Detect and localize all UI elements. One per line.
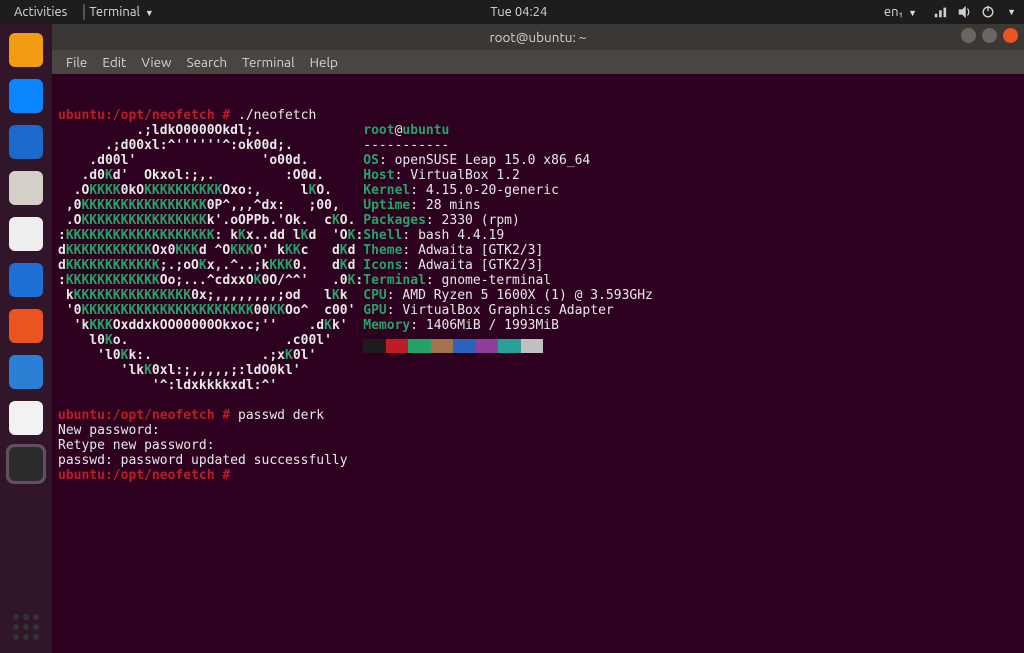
window-titlebar[interactable]: root@ubuntu: ~ [52, 24, 1024, 50]
menu-help[interactable]: Help [304, 53, 344, 71]
chevron-down-icon: ▼ [145, 8, 154, 18]
clock[interactable]: Tue 04:24 [484, 4, 553, 20]
software-icon [9, 309, 43, 343]
launcher-item[interactable] [6, 306, 46, 346]
trash-icon [9, 33, 43, 67]
menu-search[interactable]: Search [181, 53, 234, 71]
apps-grid-icon [13, 614, 39, 640]
launcher-item[interactable] [6, 30, 46, 70]
thunderbird-icon [9, 125, 43, 159]
chevron-down-icon: ▼ [908, 8, 917, 18]
neofetch-logo-line: kKKKKKKKKKKKKKKK0x;,,,,,,,,;od lKk [58, 288, 363, 303]
amazon-icon [9, 401, 43, 435]
input-language-label: en₁ [884, 5, 903, 19]
help-icon [9, 355, 43, 389]
neofetch-logo-line: ,0KKKKKKKKKKKKKKKK0P^,,,^dx: ;00, [58, 198, 363, 213]
neofetch-logo-line: 'l0Kk:. .;xK0l' [58, 348, 363, 363]
network-icon[interactable] [933, 5, 947, 19]
neofetch-logo-line: dKKKKKKKKKKKOx0KKKd ^OKKKO' kKKc dKd [58, 243, 363, 258]
menubar: FileEditViewSearchTerminalHelp [52, 50, 1024, 74]
launcher [0, 24, 52, 653]
neofetch-logo-line: .;d00xl:^''''''^:ok00d;. [58, 138, 363, 153]
neofetch-logo-line: .;ldkO0000Okdl;. [58, 123, 363, 138]
launcher-item[interactable] [6, 398, 46, 438]
volume-icon[interactable] [957, 5, 971, 19]
neofetch-logo-line: '^:ldxkkkkxdl:^' [58, 378, 363, 393]
launcher-item[interactable] [6, 260, 46, 300]
neofetch-logo-line: :KKKKKKKKKKKKOo;...^cdxxOK0O/^^' .0K: [58, 273, 363, 288]
window-controls [961, 28, 1018, 43]
menu-terminal[interactable]: Terminal [236, 53, 301, 71]
terminal-icon [9, 447, 43, 481]
input-language[interactable]: en₁ ▼ [878, 4, 923, 20]
chevron-down-icon: ▼ [1007, 7, 1016, 17]
neofetch-logo-line: .OKKKK0kOKKKKKKKKKKOxo:, lKO. [58, 183, 363, 198]
launcher-item[interactable] [6, 352, 46, 392]
show-applications-button[interactable] [6, 607, 46, 647]
neofetch-logo-line: dKKKKKKKKKKKK;.;oOKx,.^..;kKKK0. dKd [58, 258, 363, 273]
power-icon[interactable] [981, 5, 995, 19]
menu-edit[interactable]: Edit [96, 53, 132, 71]
topbar: Activities Terminal ▼ Tue 04:24 en₁ ▼ ▼ [0, 0, 1024, 24]
rhythmbox-icon [9, 217, 43, 251]
launcher-item[interactable] [6, 444, 46, 484]
neofetch-logo-line: 'lkK0xl:;,,,,,;:ldO0kl' [58, 363, 363, 378]
neofetch-logo-line: :KKKKKKKKKKKKKKKKKKK: kKx..dd lKd 'OK: [58, 228, 363, 243]
launcher-item[interactable] [6, 122, 46, 162]
maximize-button[interactable] [982, 28, 997, 43]
launcher-item[interactable] [6, 214, 46, 254]
neofetch-logo-line: .d0Kd' Okxol:;,. :O0d. [58, 168, 363, 183]
terminal-app-icon [83, 4, 85, 20]
neofetch-logo-line: .OKKKKKKKKKKKKKKKKk'.oOPPb.'Ok. cKO. [58, 213, 363, 228]
neofetch-logo-line: .d00l' 'o00d. [58, 153, 363, 168]
neofetch-logo-line: 'kKKKOxddxkOO00000Okxoc;'' .dKk' [58, 318, 363, 333]
activities-button[interactable]: Activities [8, 4, 73, 20]
app-menu-label: Terminal [89, 5, 140, 19]
terminal-viewport[interactable]: ubuntu:/opt/neofetch # ./neofetch .;ldkO… [52, 74, 1024, 653]
color-palette [363, 339, 543, 353]
workarea: root@ubuntu: ~ FileEditViewSearchTermina… [52, 24, 1024, 653]
minimize-button[interactable] [961, 28, 976, 43]
writer-icon [9, 263, 43, 297]
firefox-icon [9, 79, 43, 113]
close-button[interactable] [1003, 28, 1018, 43]
files-icon [9, 171, 43, 205]
neofetch-logo-line: l0Ko. .c00l' [58, 333, 363, 348]
neofetch-logo-line: '0KKKKKKKKKKKKKKKKKKKKKK00KKOo^ c00' [58, 303, 363, 318]
menu-file[interactable]: File [60, 53, 93, 71]
menu-view[interactable]: View [135, 53, 177, 71]
launcher-item[interactable] [6, 76, 46, 116]
app-menu[interactable]: Terminal ▼ [77, 4, 160, 20]
launcher-item[interactable] [6, 168, 46, 208]
neofetch-info: root@ubuntu-----------OS: openSUSE Leap … [363, 123, 1018, 393]
window-title: root@ubuntu: ~ [489, 29, 586, 45]
